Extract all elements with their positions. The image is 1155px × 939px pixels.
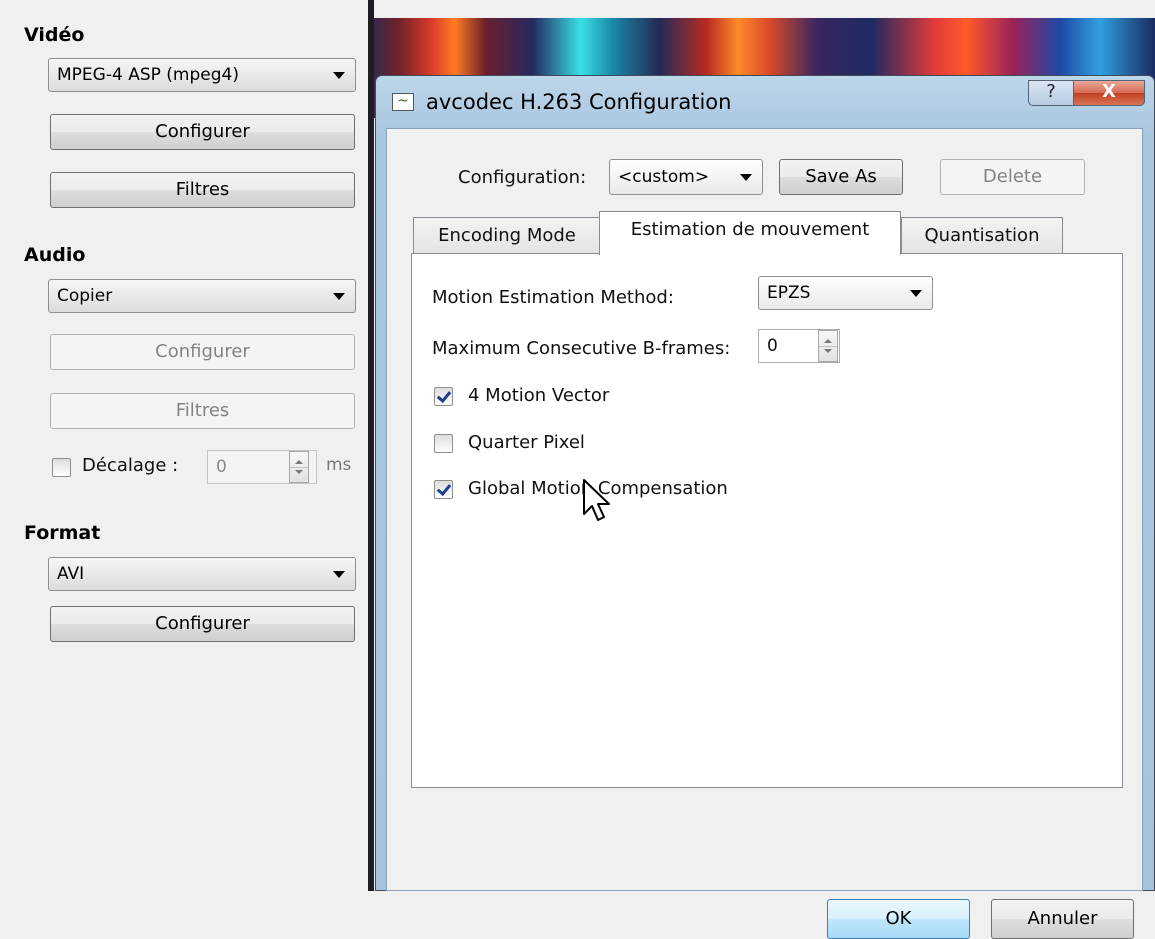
bframes-spinner[interactable] — [818, 330, 838, 362]
qpel-checkbox[interactable] — [434, 434, 453, 453]
chevron-down-icon — [333, 293, 345, 300]
audio-offset-checkbox[interactable] — [52, 458, 71, 477]
configuration-value: <custom> — [618, 167, 710, 187]
chevron-down-icon — [910, 290, 922, 297]
main-settings-panel: Vidéo MPEG-4 ASP (mpeg4) Configurer Filt… — [0, 0, 368, 891]
video-section-title: Vidéo — [24, 24, 85, 46]
video-filters-button[interactable]: Filtres — [50, 172, 355, 208]
audio-offset-spinner[interactable] — [289, 451, 309, 483]
close-icon: X — [1102, 81, 1116, 102]
close-button[interactable]: X — [1073, 80, 1145, 106]
ok-button[interactable]: OK — [827, 899, 970, 939]
app-icon: ~ — [392, 93, 414, 111]
format-container-select[interactable]: AVI — [48, 557, 356, 591]
help-icon: ? — [1046, 81, 1056, 102]
audio-codec-select[interactable]: Copier — [48, 279, 356, 313]
motion-estimation-panel: Motion Estimation Method: EPZS Maximum C… — [411, 253, 1123, 788]
bframes-value: 0 — [767, 336, 778, 356]
audio-offset-label: Décalage : — [82, 455, 179, 476]
audio-offset-unit: ms — [326, 455, 352, 475]
format-section-title: Format — [24, 522, 101, 544]
gmc-checkbox[interactable] — [434, 480, 453, 499]
format-configure-button[interactable]: Configurer — [50, 606, 355, 642]
configuration-label: Configuration: — [458, 167, 587, 188]
audio-configure-button[interactable]: Configurer — [50, 334, 355, 370]
audio-offset-value: 0 — [216, 457, 227, 477]
dialog-title: avcodec H.263 Configuration — [426, 90, 732, 114]
chevron-down-icon — [333, 571, 345, 578]
qpel-label: Quarter Pixel — [468, 432, 585, 453]
motion-method-label: Motion Estimation Method: — [432, 287, 674, 308]
video-configure-button[interactable]: Configurer — [50, 114, 355, 150]
audio-section-title: Audio — [24, 244, 86, 266]
dialog-body: Configuration: <custom> Save As Delete E… — [386, 128, 1143, 939]
bframes-label: Maximum Consecutive B-frames: — [432, 338, 731, 359]
tab-motion-estimation[interactable]: Estimation de mouvement — [599, 211, 901, 255]
four-mv-label: 4 Motion Vector — [468, 385, 610, 406]
codec-config-dialog: ~ avcodec H.263 Configuration ? X Config… — [375, 75, 1155, 939]
audio-filters-button[interactable]: Filtres — [50, 393, 355, 429]
chevron-down-icon — [333, 72, 345, 79]
tab-encoding-mode[interactable]: Encoding Mode — [413, 217, 601, 255]
motion-method-value: EPZS — [767, 283, 811, 303]
mouse-cursor-icon — [583, 479, 610, 521]
delete-button[interactable]: Delete — [940, 159, 1085, 195]
window-divider — [368, 0, 374, 891]
dialog-titlebar[interactable]: ~ avcodec H.263 Configuration ? X — [376, 76, 1154, 128]
format-container-value: AVI — [57, 564, 85, 584]
tab-quantisation[interactable]: Quantisation — [901, 217, 1063, 255]
configuration-select[interactable]: <custom> — [609, 159, 763, 195]
four-mv-checkbox[interactable] — [434, 387, 453, 406]
help-button[interactable]: ? — [1028, 80, 1074, 106]
save-as-button[interactable]: Save As — [779, 159, 903, 195]
video-codec-value: MPEG-4 ASP (mpeg4) — [57, 65, 239, 85]
chevron-down-icon — [740, 174, 752, 181]
video-codec-select[interactable]: MPEG-4 ASP (mpeg4) — [48, 58, 356, 92]
audio-codec-value: Copier — [57, 286, 113, 306]
motion-method-select[interactable]: EPZS — [758, 276, 933, 310]
cancel-button[interactable]: Annuler — [991, 899, 1134, 939]
